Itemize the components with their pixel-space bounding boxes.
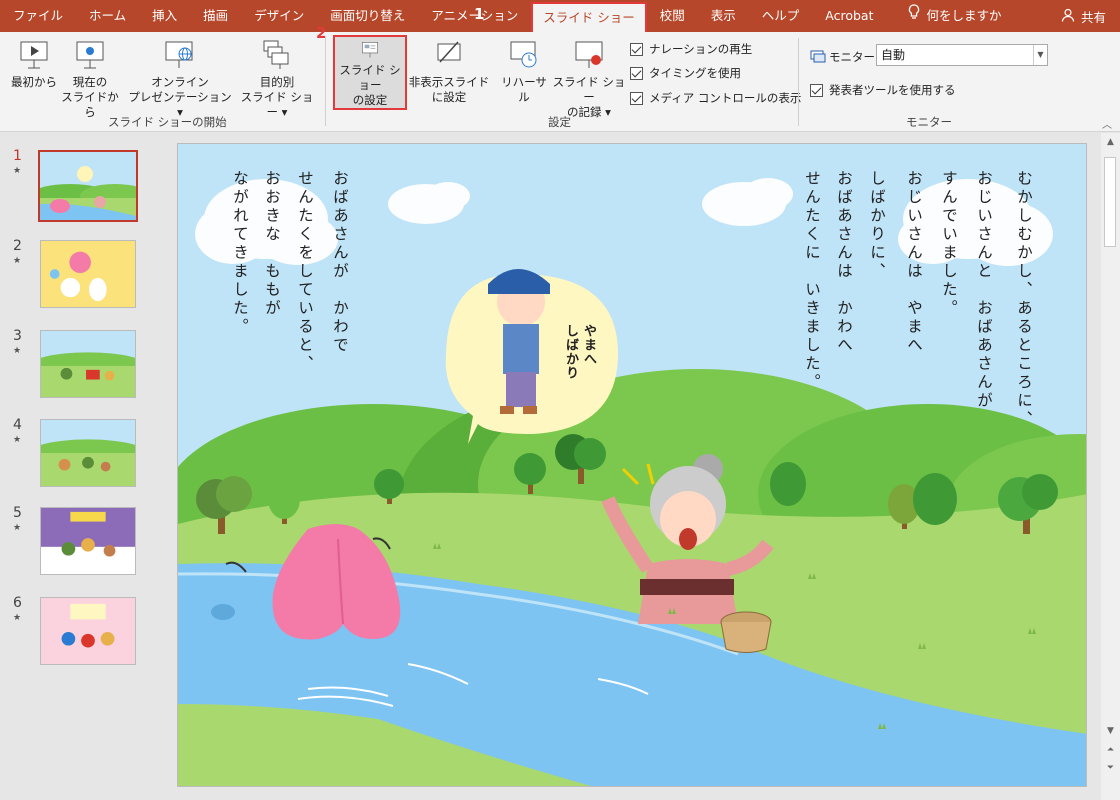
slide-thumbnail-4[interactable]	[40, 419, 136, 487]
share-button[interactable]: 共有	[1061, 0, 1106, 32]
ribbon-tab-bar: ファイル ホーム 挿入 描画 デザイン 画面切り替え アニメーション スライド …	[0, 0, 1120, 32]
animation-star-icon: ★	[13, 435, 22, 445]
story-text-3: すんでいました。	[940, 170, 958, 318]
set-up-slideshow-button[interactable]: スライド ショー の設定	[333, 35, 407, 110]
callout-number-2: 2	[316, 24, 327, 42]
group-divider	[798, 38, 799, 126]
slide-number: 5	[13, 505, 22, 521]
tab-transitions[interactable]: 画面切り替え	[317, 0, 418, 32]
story-text-7: せんたくに いきました。	[803, 170, 821, 392]
tab-view[interactable]: 表示	[698, 0, 749, 32]
slide-number: 6	[13, 595, 22, 611]
previous-slide-icon[interactable]: ⏶	[1101, 745, 1120, 755]
collapse-ribbon-icon[interactable]: ︿	[1102, 116, 1112, 131]
presenter-view-checkbox[interactable]: 発表者ツールを使用する	[810, 82, 956, 98]
rehearse-timings-button[interactable]: リハーサル	[496, 38, 552, 105]
present-online-button[interactable]: オンライン プレゼンテーション ▾	[128, 38, 232, 120]
story-text-6: おばあさんは かわへ	[835, 170, 853, 355]
slide-thumbnail-2[interactable]	[40, 240, 136, 308]
lightbulb-icon	[908, 0, 920, 32]
custom-show-icon	[263, 40, 289, 69]
group-label-setup: 設定	[548, 115, 571, 129]
animation-star-icon: ★	[13, 256, 22, 266]
story-text-5: しばかりに、	[868, 170, 886, 281]
play-from-current-icon	[76, 41, 104, 69]
checkbox-checked-icon	[810, 83, 823, 97]
tab-review[interactable]: 校閲	[647, 0, 698, 32]
checkbox-checked-icon	[630, 66, 643, 80]
custom-slideshow-button[interactable]: 目的別 スライド ショー ▾	[236, 38, 318, 120]
story-text-1: むかしむかし、あるところに、	[1015, 170, 1033, 429]
story-text-4: おじいさんは やまへ	[905, 170, 923, 355]
scrollbar-thumb[interactable]	[1104, 157, 1116, 247]
speech-bubble-text: やまへ しばかり	[563, 324, 596, 380]
monitor-icon	[810, 50, 826, 63]
play-from-start-icon	[20, 41, 48, 69]
from-current-button[interactable]: 現在の スライドから	[58, 38, 122, 120]
tab-file[interactable]: ファイル	[0, 0, 76, 32]
record-icon	[575, 41, 603, 68]
group-label-start: スライド ショーの開始	[108, 115, 227, 129]
use-timings-checkbox[interactable]: タイミングを使用	[630, 65, 741, 81]
present-online-icon	[165, 41, 193, 68]
animation-star-icon: ★	[13, 346, 22, 356]
vertical-scrollbar[interactable]: ▲ ▼ ⏶ ⏷	[1101, 133, 1120, 800]
tab-draw[interactable]: 描画	[190, 0, 241, 32]
animation-star-icon: ★	[13, 166, 22, 176]
slide-number: 3	[13, 328, 22, 344]
tab-slideshow[interactable]: スライド ショー	[531, 2, 647, 32]
monitor-label: モニター:	[810, 49, 879, 65]
story-text-9: せんたくをしていると、	[296, 170, 314, 374]
play-narrations-checkbox[interactable]: ナレーションの再生	[630, 41, 752, 57]
checkbox-checked-icon	[630, 42, 643, 56]
slide-number: 1	[13, 148, 22, 164]
slide-canvas[interactable]: むかしむかし、あるところに、 おじいさんと おばあさんが すんでいました。 おじ…	[177, 143, 1087, 787]
story-text-8: おばあさんが かわで	[331, 170, 349, 355]
next-slide-icon[interactable]: ⏷	[1101, 763, 1120, 773]
checkbox-checked-icon	[630, 91, 643, 105]
scroll-up-icon[interactable]: ▲	[1101, 137, 1120, 147]
monitor-select[interactable]: 自動 ▼	[876, 44, 1048, 66]
slide-thumbnail-1[interactable]	[38, 150, 138, 222]
slide-thumbnail-3[interactable]	[40, 330, 136, 398]
person-icon	[1061, 8, 1075, 25]
show-media-controls-checkbox[interactable]: メディア コントロールの表示	[630, 90, 801, 106]
hide-slide-button[interactable]: 非表示スライド に設定	[408, 38, 490, 105]
slide-thumbnail-5[interactable]	[40, 507, 136, 575]
record-slideshow-button[interactable]: スライド ショー の記録 ▾	[552, 38, 626, 120]
slide-thumbnail-6[interactable]	[40, 597, 136, 665]
scroll-down-icon[interactable]: ▼	[1101, 726, 1120, 736]
share-label: 共有	[1080, 9, 1106, 25]
story-text-10: おおきな ももが	[263, 170, 281, 318]
tell-me-box[interactable]: 何をしますか	[886, 0, 1014, 32]
hide-slide-icon	[437, 41, 461, 63]
story-text-11: ながれてきました。	[231, 170, 249, 337]
animation-star-icon: ★	[13, 613, 22, 623]
animation-star-icon: ★	[13, 523, 22, 533]
tab-insert[interactable]: 挿入	[139, 0, 190, 32]
tab-acrobat[interactable]: Acrobat	[812, 0, 886, 32]
rehearse-timer-icon	[510, 41, 537, 68]
chevron-down-icon: ▼	[1033, 45, 1047, 65]
from-beginning-button[interactable]: 最初から	[8, 38, 60, 90]
ribbon-panel: 最初から 現在の スライドから オンライン プレゼンテーション ▾ 目的別 スラ…	[0, 24, 1120, 132]
tab-help[interactable]: ヘルプ	[749, 0, 813, 32]
group-label-monitors: モニター	[906, 115, 952, 129]
tell-me-label: 何をしますか	[926, 8, 1002, 23]
story-text-2: おじいさんと おばあさんが	[975, 170, 993, 411]
tab-home[interactable]: ホーム	[76, 0, 139, 32]
tab-design[interactable]: デザイン	[241, 0, 317, 32]
setup-slideshow-icon	[362, 42, 378, 58]
slide-number: 2	[13, 238, 22, 254]
slide-thumbnail-pane: 1 ★ 2 ★ 3 ★ 4 ★ 5 ★ 6 ★	[0, 133, 160, 800]
slide-number: 4	[13, 417, 22, 433]
callout-number-1: 1	[474, 5, 485, 23]
group-divider	[325, 38, 326, 126]
